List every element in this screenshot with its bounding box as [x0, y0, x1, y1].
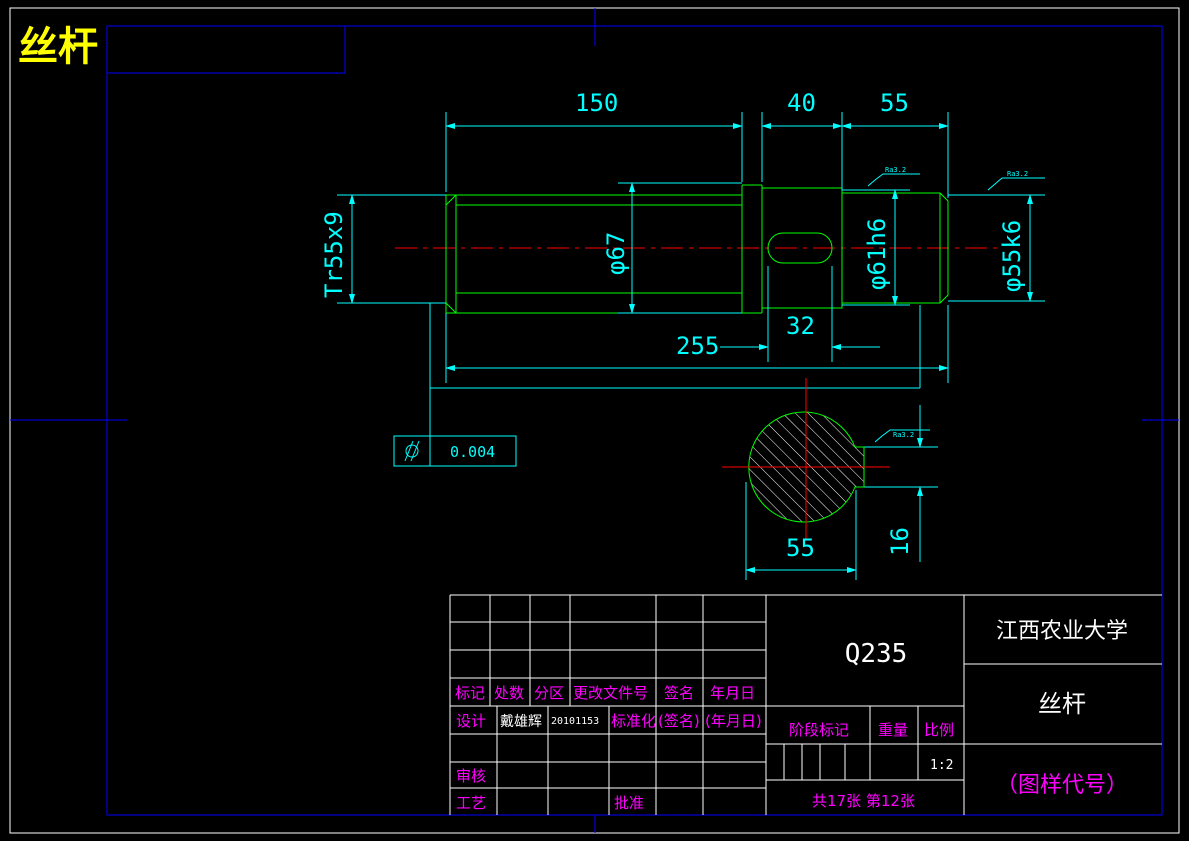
material-label: Q235	[845, 639, 908, 669]
roughness-label: Ra3.2	[885, 166, 906, 174]
dim-tr55x9: Tr55x9	[320, 211, 348, 298]
dim-section-width: 55	[786, 534, 815, 562]
dim-phi61h6: φ61h6	[863, 218, 891, 290]
design-label: 设计	[456, 712, 486, 730]
drawing-frame	[9, 7, 1180, 834]
approve-label: 批准	[614, 794, 644, 812]
dim-55-top: 55	[880, 89, 909, 117]
header-change-doc: 更改文件号	[573, 684, 648, 702]
header-count: 处数	[494, 684, 524, 702]
scale-value: 1:2	[930, 758, 953, 773]
tolerance-frame: 0.004	[393, 435, 517, 467]
drawing-title: 丝杆	[18, 24, 98, 70]
student-id: 20101153	[551, 716, 599, 727]
cylindricity-icon	[404, 440, 420, 462]
scale-label: 比例	[924, 721, 954, 739]
dim-255: 255	[676, 332, 719, 360]
dim-40: 40	[787, 89, 816, 117]
drawing-code: （图样代号）	[996, 773, 1128, 798]
review-label: 审核	[456, 767, 486, 785]
dim-phi67: φ67	[602, 232, 630, 275]
process-label: 工艺	[456, 794, 486, 812]
standard-label: 标准化	[611, 712, 656, 730]
school-name: 江西农业大学	[996, 619, 1128, 644]
header-zone: 分区	[534, 684, 564, 702]
header-date: 年月日	[710, 684, 755, 702]
designer-name: 戴雄辉	[500, 714, 542, 730]
header-mark: 标记	[455, 684, 485, 702]
dim-150: 150	[575, 89, 618, 117]
part-name: 丝杆	[1038, 690, 1086, 718]
date-placeholder: (年月日)	[705, 712, 762, 730]
signature-placeholder: (签名)	[658, 712, 700, 730]
roughness-label: Ra3.2	[1007, 170, 1028, 178]
cad-drawing: 丝杆 150 40 55 255 32 Tr55x9 φ67 φ61h6 φ55…	[9, 7, 1180, 834]
tolerance-value: 0.004	[450, 443, 495, 461]
dim-32: 32	[786, 312, 815, 340]
dim-phi55k6: φ55k6	[998, 220, 1026, 292]
cross-section	[722, 378, 890, 540]
stage-label: 阶段标记	[789, 721, 849, 739]
weight-label: 重量	[878, 721, 908, 739]
roughness-label: Ra3.2	[893, 431, 914, 439]
dim-section-depth: 16	[886, 527, 914, 556]
header-signature: 签名	[664, 684, 694, 702]
sheet-count: 共17张 第12张	[812, 792, 915, 810]
